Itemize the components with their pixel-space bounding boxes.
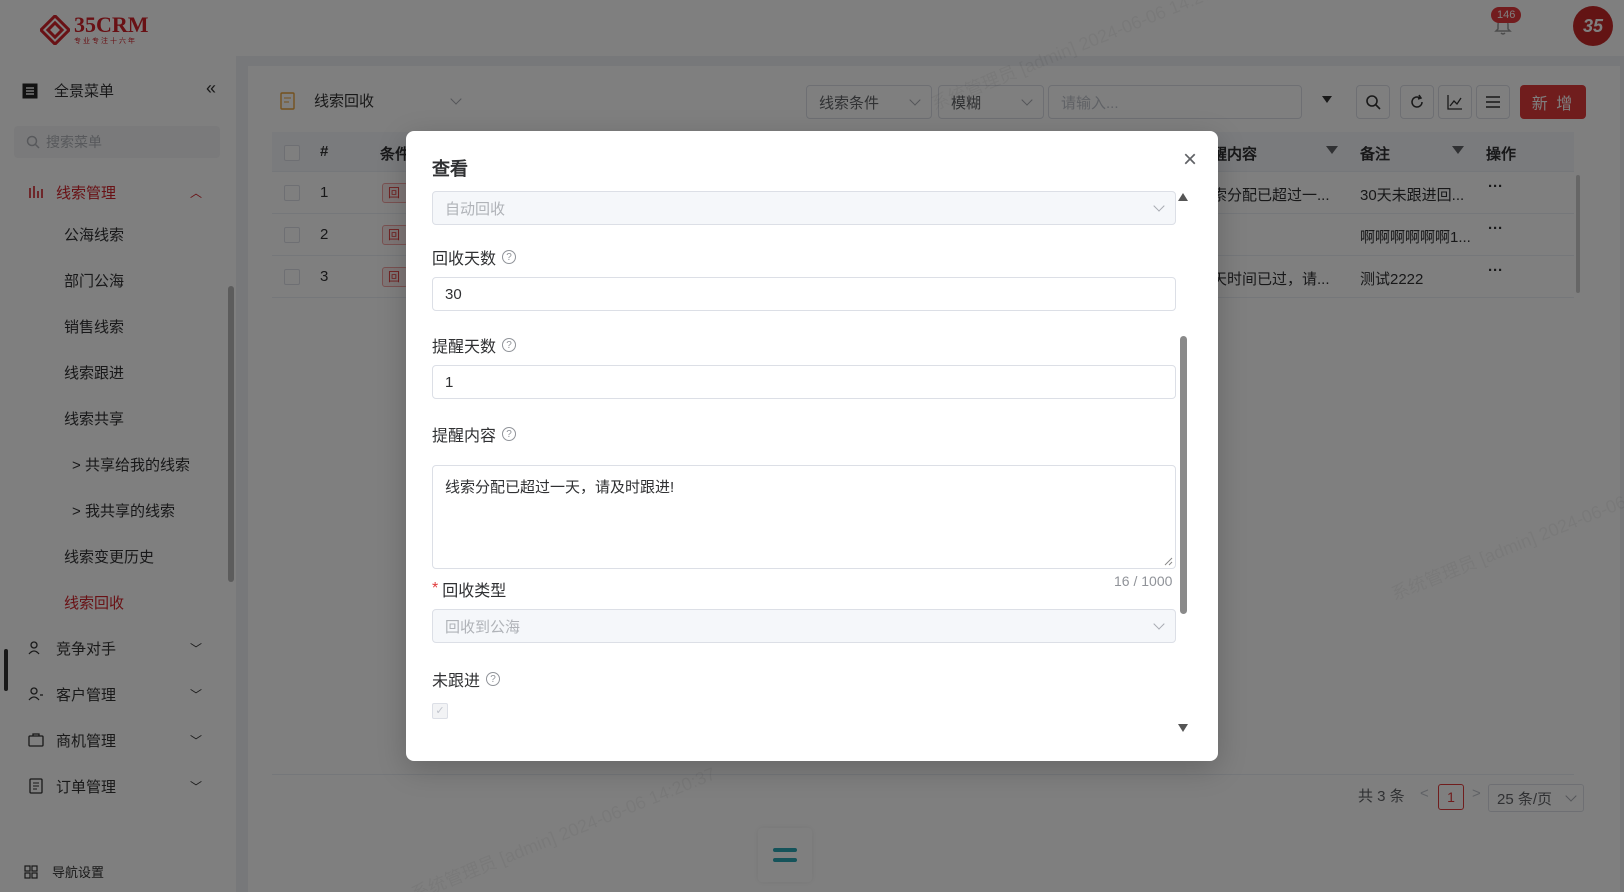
recycle-days-label: 回收天数 ? bbox=[432, 245, 517, 269]
scroll-up-icon[interactable] bbox=[1178, 193, 1188, 201]
not-followed-checkbox: ✓ bbox=[432, 703, 448, 719]
recycle-type-label: * 回收类型 bbox=[432, 577, 506, 601]
close-icon[interactable]: × bbox=[1178, 148, 1202, 173]
help-icon[interactable]: ? bbox=[502, 250, 517, 264]
recycle-days-field[interactable]: 30 bbox=[432, 277, 1176, 311]
view-dialog: 查看 × 自动回收 回收天数 ? 30 提醒天数 ? 1 提醒内容 ? 线索分配… bbox=[406, 131, 1218, 761]
remind-content-label: 提醒内容 ? bbox=[432, 422, 517, 446]
remind-days-value: 1 bbox=[445, 373, 454, 391]
recycle-days-label-text: 回收天数 bbox=[432, 251, 497, 268]
recycle-mode-select: 自动回收 bbox=[432, 191, 1176, 225]
remind-content-value: 线索分配已超过一天，请及时跟进! bbox=[445, 479, 675, 496]
help-icon[interactable]: ? bbox=[486, 672, 501, 686]
recycle-type-select: 回收到公海 bbox=[432, 609, 1176, 643]
recycle-type-value: 回收到公海 bbox=[445, 618, 521, 636]
not-followed-label: 未跟进 ? bbox=[432, 667, 501, 691]
remind-days-label: 提醒天数 ? bbox=[432, 333, 517, 357]
chevron-down-icon bbox=[1153, 200, 1165, 212]
resize-handle-icon[interactable] bbox=[1163, 556, 1173, 566]
char-count: 16 / 1000 bbox=[1114, 573, 1173, 589]
required-mark: * bbox=[432, 580, 439, 597]
chevron-down-icon bbox=[1153, 618, 1165, 630]
remind-content-label-text: 提醒内容 bbox=[432, 428, 497, 445]
dialog-scrollbar-thumb[interactable] bbox=[1180, 336, 1187, 614]
scroll-down-icon[interactable] bbox=[1178, 724, 1188, 732]
remind-content-textarea[interactable]: 线索分配已超过一天，请及时跟进! bbox=[432, 465, 1176, 569]
recycle-days-value: 30 bbox=[445, 285, 462, 303]
not-followed-label-text: 未跟进 bbox=[432, 673, 481, 690]
recycle-mode-value: 自动回收 bbox=[445, 200, 506, 218]
help-icon[interactable]: ? bbox=[502, 338, 517, 352]
dialog-title: 查看 bbox=[432, 159, 468, 179]
remind-days-label-text: 提醒天数 bbox=[432, 339, 497, 356]
help-icon[interactable]: ? bbox=[502, 427, 517, 441]
recycle-type-label-text: 回收类型 bbox=[442, 583, 507, 600]
remind-days-field[interactable]: 1 bbox=[432, 365, 1176, 399]
app-root: 35CRM 专业专注十六年 146 35 全景菜单 « 搜索菜单 线索管理 bbox=[0, 0, 1624, 892]
